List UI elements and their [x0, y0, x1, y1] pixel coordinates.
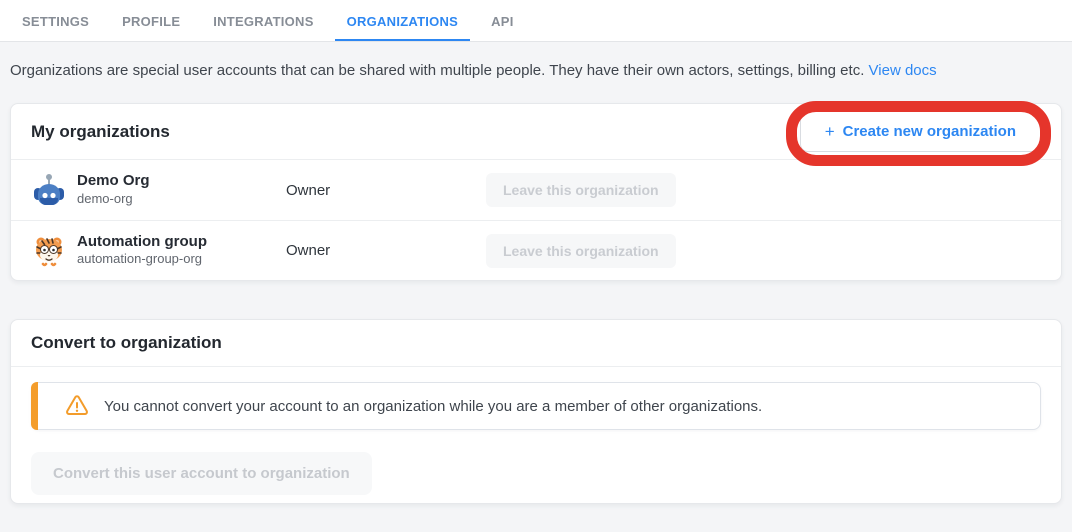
account-tabbar: SETTINGS PROFILE INTEGRATIONS ORGANIZATI…	[0, 0, 1072, 42]
tiger-avatar	[31, 233, 67, 269]
tab-api[interactable]: API	[479, 0, 525, 41]
tab-profile[interactable]: PROFILE	[110, 0, 192, 41]
convert-panel-title: Convert to organization	[31, 333, 222, 353]
leave-organization-button[interactable]: Leave this organization	[486, 234, 676, 268]
org-role: Owner	[286, 182, 486, 199]
plus-icon: +	[825, 123, 835, 140]
tab-settings[interactable]: SETTINGS	[10, 0, 101, 41]
my-organizations-title: My organizations	[31, 122, 170, 142]
create-new-organization-label: Create new organization	[843, 123, 1016, 140]
create-new-organization-button[interactable]: + Create new organization	[800, 111, 1041, 152]
my-organizations-panel: My organizations + Create new organizati…	[10, 103, 1062, 281]
leave-organization-button[interactable]: Leave this organization	[486, 173, 676, 207]
organizations-intro: Organizations are special user accounts …	[0, 42, 1072, 79]
org-name-block: Demo Org demo-org	[77, 172, 150, 208]
org-slug: automation-group-org	[77, 251, 207, 268]
org-name-block: Automation group automation-group-org	[77, 233, 207, 269]
tab-organizations[interactable]: ORGANIZATIONS	[335, 0, 470, 41]
convert-warning-alert: You cannot convert your account to an or…	[31, 382, 1041, 430]
org-row-automation-group: Automation group automation-group-org Ow…	[11, 220, 1061, 280]
convert-panel-header: Convert to organization	[11, 320, 1061, 367]
view-docs-link[interactable]: View docs	[869, 62, 937, 79]
convert-to-organization-panel: Convert to organization You cannot conve…	[10, 319, 1062, 504]
org-identity: Automation group automation-group-org	[31, 233, 286, 269]
robot-avatar	[31, 172, 67, 208]
org-role: Owner	[286, 242, 486, 259]
my-organizations-header: My organizations + Create new organizati…	[11, 104, 1061, 160]
warning-triangle-icon	[64, 394, 90, 418]
tab-integrations[interactable]: INTEGRATIONS	[201, 0, 325, 41]
org-name: Automation group	[77, 233, 207, 252]
org-identity: Demo Org demo-org	[31, 172, 286, 208]
convert-account-button[interactable]: Convert this user account to organizatio…	[31, 452, 372, 495]
org-row-demo-org: Demo Org demo-org Owner Leave this organ…	[11, 160, 1061, 220]
intro-text: Organizations are special user accounts …	[10, 62, 864, 79]
warning-text: You cannot convert your account to an or…	[104, 398, 762, 415]
create-organization-wrap: + Create new organization	[800, 111, 1041, 152]
org-name: Demo Org	[77, 172, 150, 191]
org-slug: demo-org	[77, 191, 150, 208]
